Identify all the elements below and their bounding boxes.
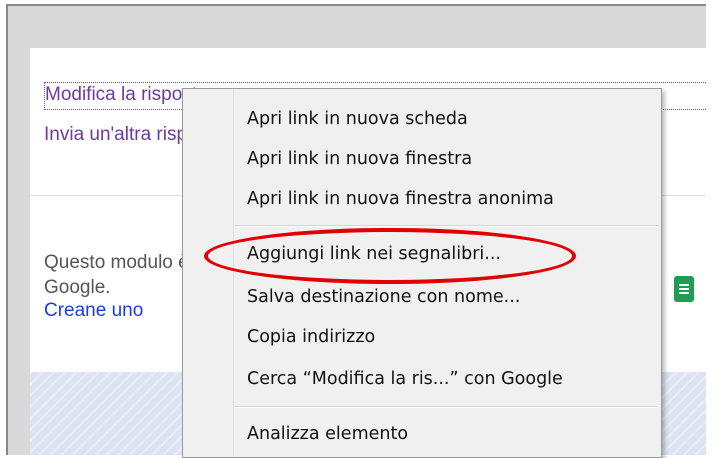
menu-item-open-incognito-window[interactable]: Apri link in nuova finestra anonima	[247, 181, 554, 217]
menu-item-open-new-window[interactable]: Apri link in nuova finestra	[247, 141, 472, 177]
menu-item-save-link-as[interactable]: Salva destinazione con nome...	[247, 279, 520, 315]
menu-item-bookmark-link[interactable]: Aggiungi link nei segnalibri...	[247, 236, 501, 272]
google-sheets-icon	[674, 276, 694, 302]
menu-item-open-new-tab[interactable]: Apri link in nuova scheda	[247, 101, 468, 137]
menu-item-search-google[interactable]: Cerca “Modifica la ris...” con Google	[247, 361, 563, 397]
menu-item-inspect-element[interactable]: Analizza elemento	[247, 416, 408, 452]
menu-separator	[234, 225, 658, 227]
menu-item-copy-link-address[interactable]: Copia indirizzo	[247, 319, 375, 355]
menu-separator	[234, 406, 658, 408]
create-form-link[interactable]: Creane uno	[44, 300, 143, 322]
menu-icon-gutter	[233, 89, 234, 457]
context-menu: Apri link in nuova scheda Apri link in n…	[182, 88, 662, 458]
